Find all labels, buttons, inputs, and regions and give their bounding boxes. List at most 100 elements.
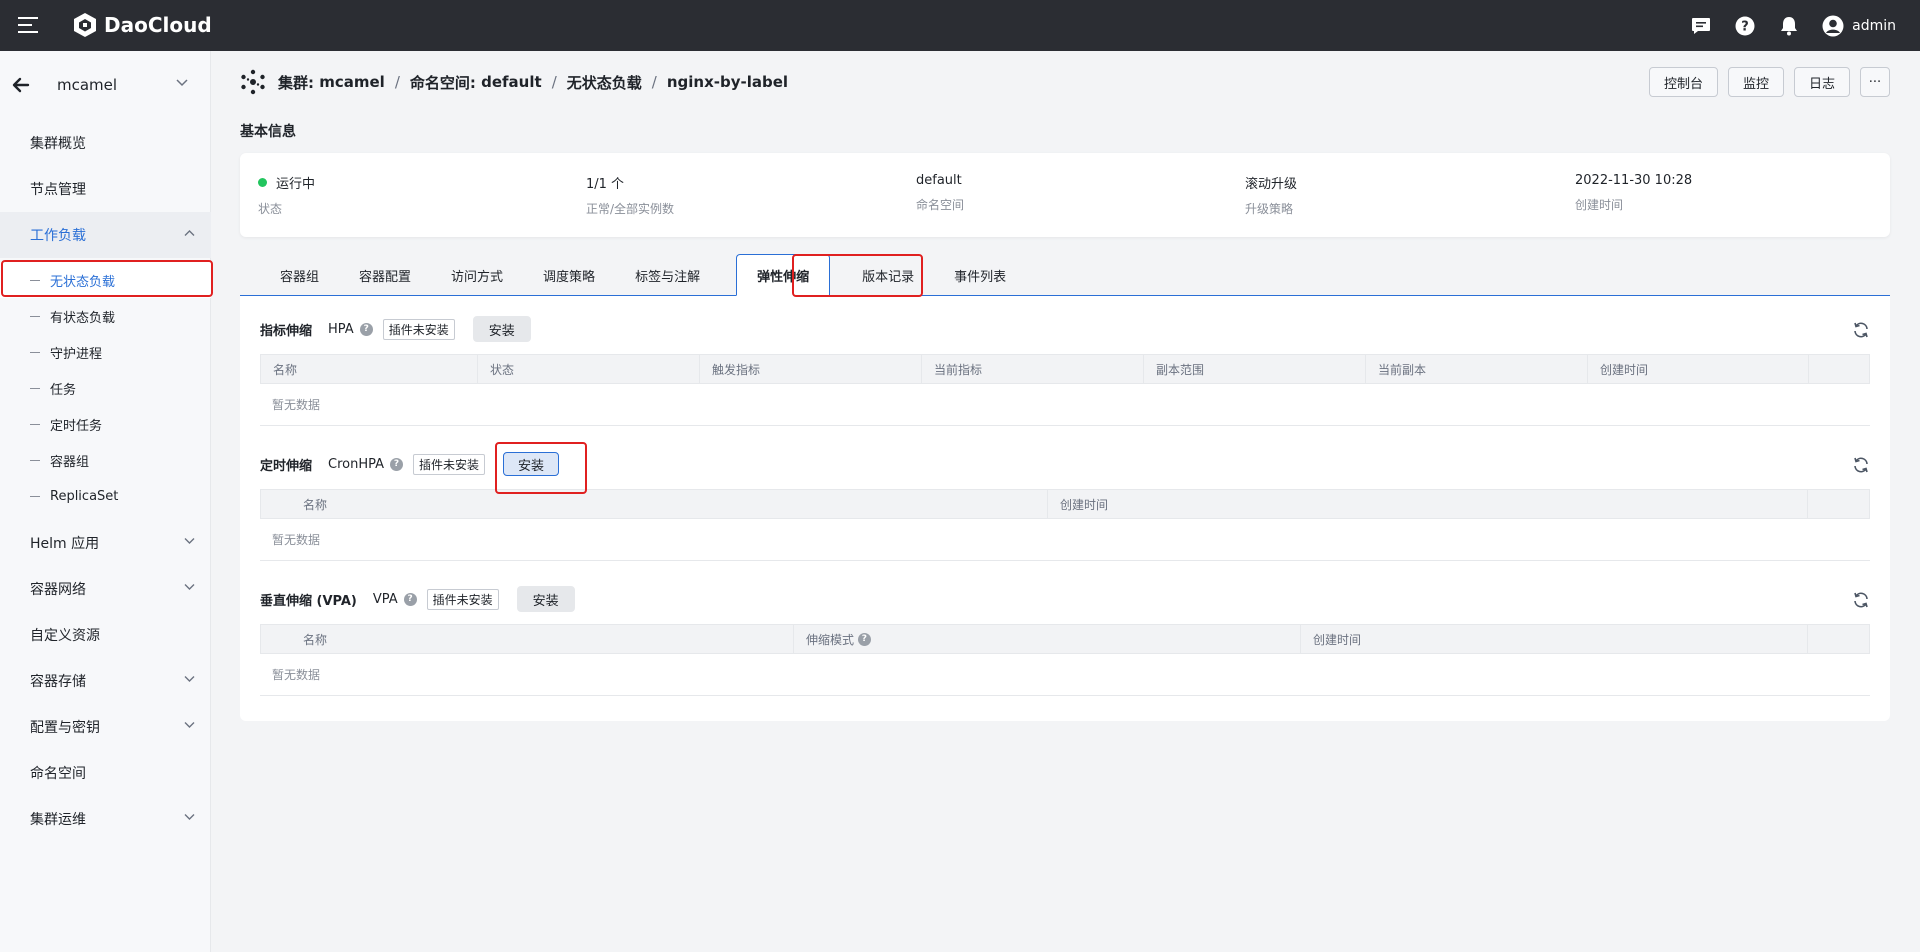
column-header: 名称	[261, 490, 1048, 518]
help-icon[interactable]: ?	[857, 632, 871, 646]
sidebar-item-label: 配置与密钥	[30, 720, 100, 736]
sidebar-item-helm-apps[interactable]: Helm 应用	[0, 520, 211, 566]
breadcrumb-current: nginx-by-label	[666, 73, 789, 91]
sidebar-item-label: 集群概览	[30, 136, 86, 152]
column-header: 创建时间	[1301, 625, 1808, 653]
daocloud-logo-icon	[74, 13, 96, 37]
tab-autoscaling[interactable]: 弹性伸缩	[736, 254, 831, 296]
empty-state: 暂无数据	[260, 519, 1870, 561]
cronhpa-kind: CronHPA	[328, 456, 385, 472]
column-header: 创建时间	[1048, 490, 1808, 518]
tab-access[interactable]: 访问方式	[431, 254, 523, 296]
hpa-install-button[interactable]: 安装	[472, 316, 531, 342]
running-status-dot	[258, 178, 267, 187]
sidebar-subitem-deployments[interactable]: 无状态负载	[0, 262, 211, 298]
refresh-icon[interactable]	[1852, 321, 1870, 339]
tab-scheduling[interactable]: 调度策略	[523, 254, 615, 296]
replicas-label: 正常/全部实例数	[586, 202, 675, 216]
tab-revisions[interactable]: 版本记录	[842, 254, 934, 296]
user-menu[interactable]: admin	[1822, 15, 1896, 37]
namespace-label: 命名空间	[916, 198, 965, 212]
sidebar-subitem-statefulsets[interactable]: 有状态负载	[0, 298, 211, 334]
chevron-down-icon	[184, 538, 195, 544]
more-button[interactable]: ···	[1860, 67, 1890, 97]
hpa-title: 指标伸缩	[260, 323, 313, 339]
back-arrow-icon[interactable]	[12, 76, 30, 94]
plugin-status-tag: 插件未安装	[382, 318, 455, 340]
cronhpa-install-button[interactable]: 安装	[503, 452, 560, 476]
sidebar-subitem-label: 定时任务	[50, 418, 103, 434]
svg-text:?: ?	[1741, 19, 1749, 34]
vpa-install-button[interactable]: 安装	[516, 586, 575, 612]
brand-name: DaoCloud	[104, 13, 212, 37]
sidebar-item-container-network[interactable]: 容器网络	[0, 566, 211, 612]
autoscaling-panel: 指标伸缩 HPA ? 插件未安装 安装 名称 状态 触发指标 当前指标 副本范围…	[240, 296, 1890, 721]
column-header: 伸缩模式 ?	[794, 625, 1301, 653]
help-icon[interactable]: ?	[1734, 15, 1756, 37]
sidebar-item-label: 容器网络	[30, 582, 86, 598]
breadcrumb-section[interactable]: 无状态负载	[567, 72, 642, 93]
chevron-down-icon[interactable]	[176, 79, 188, 87]
column-header: 触发指标	[700, 355, 922, 383]
sidebar-subitem-cronjobs[interactable]: 定时任务	[0, 406, 211, 442]
empty-state: 暂无数据	[260, 384, 1870, 426]
basic-info-card: 运行中 状态 1/1 个 正常/全部实例数 default 命名空间 滚动升级 …	[240, 153, 1890, 237]
sidebar-subitem-pods[interactable]: 容器组	[0, 442, 211, 478]
sidebar-item-label: 工作负载	[30, 228, 86, 244]
notification-bell-icon[interactable]	[1778, 15, 1800, 37]
sidebar-item-namespaces[interactable]: 命名空间	[0, 750, 211, 796]
info-replicas: 1/1 个 正常/全部实例数	[586, 173, 674, 217]
sidebar-item-label: 节点管理	[30, 182, 86, 198]
refresh-icon[interactable]	[1852, 456, 1870, 474]
sidebar-subitem-jobs[interactable]: 任务	[0, 370, 211, 406]
breadcrumb-namespace-label: 命名空间:	[409, 73, 476, 92]
help-icon[interactable]: ?	[390, 457, 404, 471]
monitor-button[interactable]: 监控	[1727, 67, 1784, 97]
empty-state: 暂无数据	[260, 654, 1870, 696]
help-icon[interactable]: ?	[403, 592, 417, 606]
main-content: 集群: mcamel / 命名空间: default / 无状态负载 / ngi…	[212, 51, 1920, 952]
breadcrumb-namespace[interactable]: default	[481, 73, 542, 91]
sidebar-item-container-storage[interactable]: 容器存储	[0, 658, 211, 704]
plugin-status-tag: 插件未安装	[413, 453, 486, 475]
menu-icon[interactable]	[18, 17, 38, 33]
chevron-down-icon	[184, 584, 195, 590]
sidebar-item-config-secrets[interactable]: 配置与密钥	[0, 704, 211, 750]
tab-events[interactable]: 事件列表	[934, 254, 1026, 296]
sidebar-subitem-label: 无状态负载	[50, 274, 116, 290]
tab-labels-annotations[interactable]: 标签与注解	[615, 254, 720, 296]
cluster-name: mcamel	[57, 76, 118, 94]
column-header-label: 伸缩模式	[806, 632, 855, 647]
chevron-up-icon	[184, 230, 195, 236]
hpa-kind: HPA	[328, 321, 354, 337]
sidebar-item-node-management[interactable]: 节点管理	[0, 166, 211, 212]
column-header: 副本范围	[1144, 355, 1366, 383]
help-icon[interactable]: ?	[359, 322, 373, 336]
sidebar-item-cluster-overview[interactable]: 集群概览	[0, 120, 211, 166]
breadcrumb-cluster[interactable]: mcamel	[319, 73, 385, 91]
info-namespace: default 命名空间	[916, 173, 964, 213]
tab-pods[interactable]: 容器组	[260, 254, 339, 296]
cronhpa-table: 名称 创建时间 暂无数据	[260, 489, 1870, 561]
chevron-down-icon	[184, 676, 195, 682]
sidebar-item-custom-resources[interactable]: 自定义资源	[0, 612, 211, 658]
upgrade-strategy-value: 滚动升级	[1245, 177, 1298, 192]
sidebar-item-label: Helm 应用	[30, 536, 100, 552]
logs-button[interactable]: 日志	[1793, 67, 1850, 97]
tab-container-config[interactable]: 容器配置	[339, 254, 431, 296]
basic-info-title: 基本信息	[240, 124, 296, 140]
logo[interactable]: DaoCloud	[72, 12, 212, 38]
column-header: 状态	[478, 355, 700, 383]
message-icon[interactable]	[1690, 15, 1712, 37]
cluster-selector[interactable]: mcamel	[0, 51, 211, 121]
vpa-title: 垂直伸缩 (VPA)	[260, 593, 357, 609]
sidebar-item-cluster-ops[interactable]: 集群运维	[0, 796, 211, 842]
console-button[interactable]: 控制台	[1648, 67, 1718, 97]
sidebar-item-workloads[interactable]: 工作负载	[0, 212, 211, 258]
info-upgrade-strategy: 滚动升级 升级策略	[1245, 173, 1297, 217]
sidebar-subitem-daemonsets[interactable]: 守护进程	[0, 334, 211, 370]
sidebar-subitem-label: 有状态负载	[50, 310, 116, 326]
refresh-icon[interactable]	[1852, 591, 1870, 609]
cronhpa-section: 定时伸缩 CronHPA ? 插件未安装 安装 名称 创建时间 暂无数据	[260, 447, 1870, 561]
sidebar-subitem-replicasets[interactable]: ReplicaSet	[0, 478, 211, 514]
